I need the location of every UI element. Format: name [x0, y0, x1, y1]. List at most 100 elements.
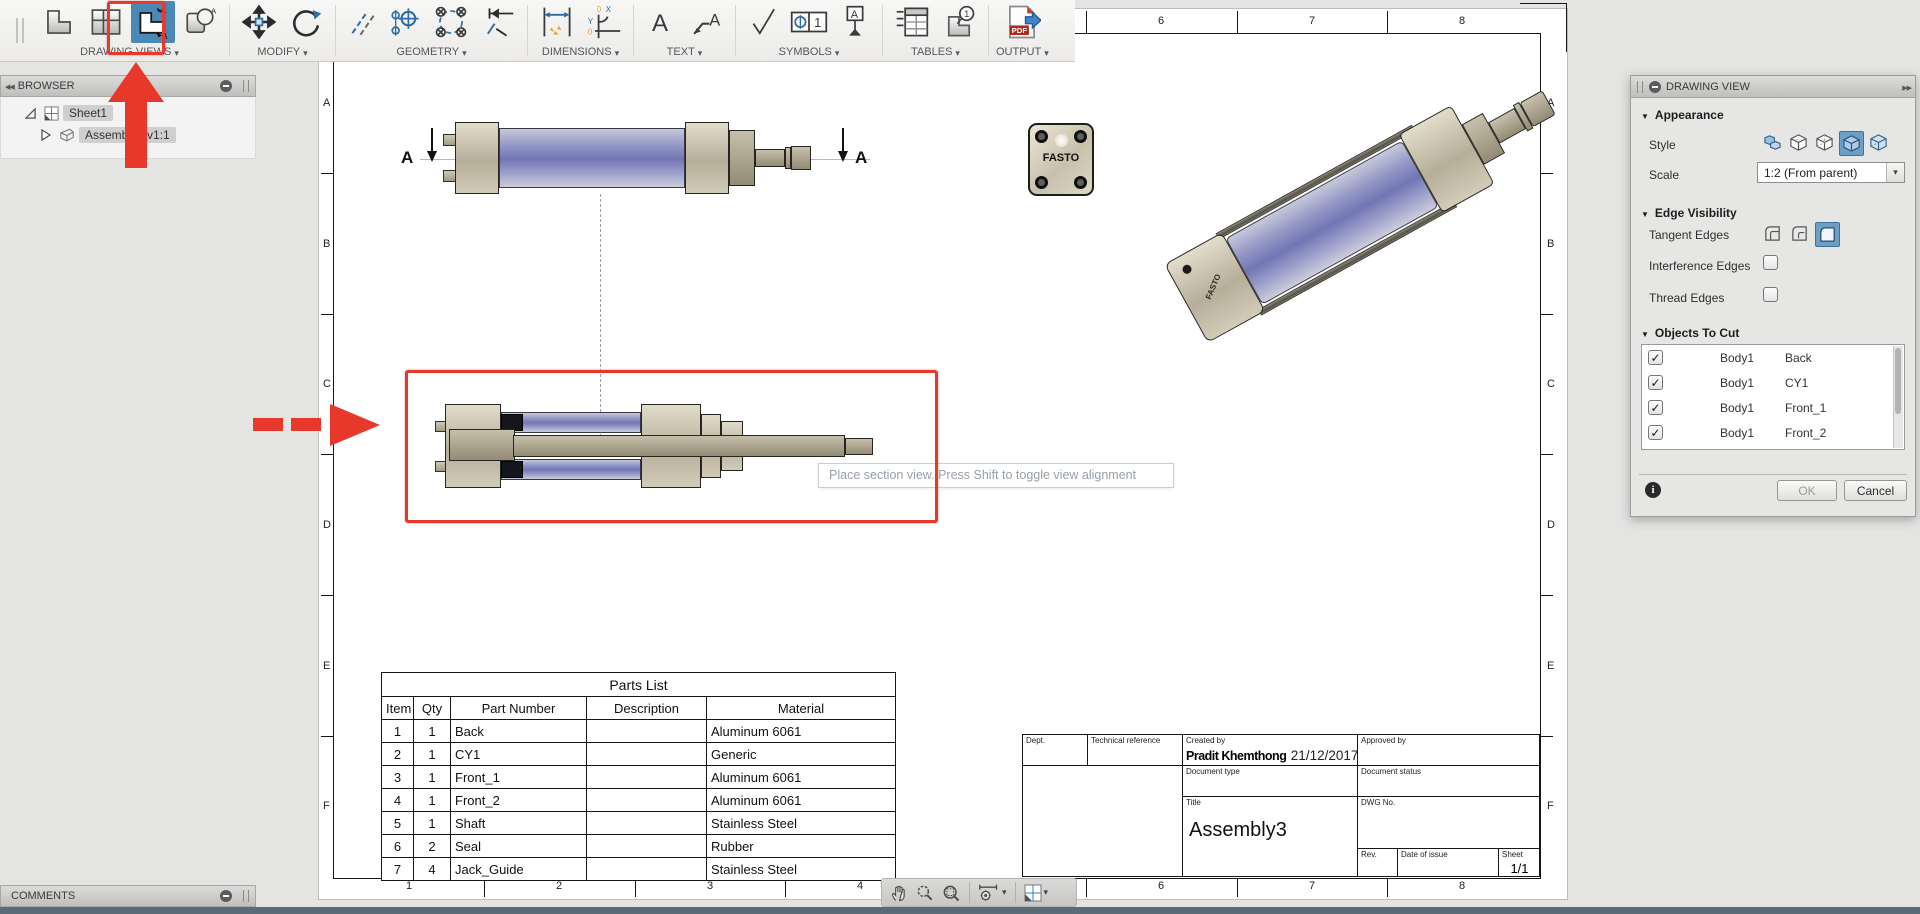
center-mark-icon: [388, 5, 422, 39]
info-icon[interactable]: i: [1645, 482, 1661, 498]
toolbar-group-dimensions: 0XY0 DIMENSIONS: [528, 0, 633, 61]
edge-visibility-section-header[interactable]: Edge Visibility: [1641, 206, 1737, 220]
output-menu[interactable]: OUTPUT: [996, 44, 1049, 59]
dimension-icon: [539, 4, 575, 40]
drawing-view-end-plate[interactable]: FASTO: [1028, 123, 1094, 196]
move-button[interactable]: [237, 1, 281, 43]
expand-collapsed-icon[interactable]: [41, 129, 51, 141]
ruler-row-label: F: [323, 799, 330, 813]
annotation-red-box-toolbar: [107, 1, 165, 55]
collapse-dialog-icon[interactable]: [1898, 81, 1915, 93]
geometry-menu[interactable]: GEOMETRY: [396, 44, 466, 59]
surface-texture-button[interactable]: [743, 1, 783, 43]
modify-menu[interactable]: MODIFY: [257, 44, 307, 59]
display-settings-button[interactable]: [975, 880, 1010, 905]
toolbar-grip[interactable]: [16, 18, 24, 43]
cell-part-number: Front_1: [451, 766, 587, 789]
body-checkbox[interactable]: ✓: [1648, 400, 1663, 415]
dialog-header[interactable]: DRAWING VIEW: [1631, 76, 1915, 98]
cell-material: Rubber: [707, 835, 896, 858]
symbols-menu[interactable]: SYMBOLS: [779, 44, 840, 59]
panel-options-icon[interactable]: [220, 890, 232, 902]
appearance-section-header[interactable]: Appearance: [1641, 108, 1915, 122]
scrollbar-thumb[interactable]: [1895, 348, 1901, 414]
body-name: Front_2: [1785, 426, 1826, 440]
tables-menu[interactable]: TABLES: [911, 44, 960, 59]
ruler-tick: [1541, 454, 1553, 455]
style-wireframe-icon[interactable]: [1787, 131, 1810, 154]
expand-open-icon[interactable]: [25, 108, 36, 119]
dimensions-menu[interactable]: DIMENSIONS: [542, 44, 619, 59]
panel-grip-icon[interactable]: [243, 80, 249, 92]
magnifier-icon: [915, 883, 935, 903]
parts-col-header: Description: [587, 697, 707, 720]
feature-control-frame-button[interactable]: 1: [786, 1, 832, 43]
objects-to-cut-section-header[interactable]: Objects To Cut: [1641, 326, 1739, 340]
sheet1-label[interactable]: Sheet1: [63, 105, 113, 121]
cut-list-row[interactable]: ✓ Body1 Front_2: [1642, 420, 1904, 445]
text-menu[interactable]: TEXT: [667, 44, 703, 59]
datum-identifier-button[interactable]: A: [835, 1, 875, 43]
tangent-shortened-icon[interactable]: [1788, 222, 1811, 245]
panel-options-icon[interactable]: [220, 80, 232, 92]
svg-text:0: 0: [597, 5, 602, 14]
text-button[interactable]: A: [641, 1, 681, 43]
ordinate-dimension-button[interactable]: 0XY0: [582, 1, 626, 43]
cancel-button[interactable]: Cancel: [1844, 480, 1907, 501]
drawing-view-front[interactable]: [443, 120, 875, 196]
cell-qty: 4: [414, 858, 451, 881]
centerline-button[interactable]: [343, 1, 381, 43]
tangent-off-icon[interactable]: [1815, 222, 1840, 247]
cut-list-row[interactable]: ✓ Body1 CY1: [1642, 370, 1904, 395]
zoom-window-button[interactable]: [938, 880, 964, 905]
style-shaded-parts-icon[interactable]: [1761, 131, 1784, 154]
cell-material: Stainless Steel: [707, 858, 896, 881]
style-wireframe-hidden-edges-icon[interactable]: [1813, 131, 1836, 154]
output-pdf-button[interactable]: PDF: [997, 1, 1047, 43]
dropdown-caret-icon[interactable]: ▾: [1886, 163, 1904, 182]
panel-grip-icon[interactable]: [243, 890, 249, 902]
cell-item: 1: [382, 720, 414, 743]
dimension-button[interactable]: [535, 1, 579, 43]
cut-list-row[interactable]: ✓ Body1 Back: [1642, 345, 1904, 370]
drawing-view-isometric[interactable]: FASTO: [1160, 58, 1575, 348]
grid-settings-button[interactable]: [1021, 880, 1052, 905]
annotation-red-arrow-up: [108, 62, 164, 102]
leader-text-button[interactable]: A: [684, 1, 728, 43]
style-shaded-icon[interactable]: [1839, 131, 1864, 156]
ok-button[interactable]: OK: [1777, 480, 1837, 501]
table-button[interactable]: [890, 1, 934, 43]
scrollbar-track[interactable]: [1893, 346, 1903, 448]
thread-edges-checkbox[interactable]: [1763, 287, 1778, 302]
center-mark-pattern-button[interactable]: [429, 1, 473, 43]
collapse-panel-icon[interactable]: [1, 80, 18, 92]
scale-dropdown[interactable]: 1:2 (From parent) ▾: [1757, 162, 1905, 183]
section-arrow: [842, 128, 844, 151]
panel-grip-icon[interactable]: [1637, 81, 1643, 93]
cut-list-row[interactable]: ✓ Body1 Front_1: [1642, 395, 1904, 420]
body-checkbox[interactable]: ✓: [1648, 350, 1663, 365]
feature-control-frame-icon: 1: [790, 9, 828, 35]
parts-col-header: Qty: [414, 697, 451, 720]
body-checkbox[interactable]: ✓: [1648, 375, 1663, 390]
ruler-tick: [321, 173, 333, 174]
edge-extension-button[interactable]: [476, 1, 520, 43]
tangent-full-icon[interactable]: [1761, 222, 1784, 245]
pan-button[interactable]: [886, 880, 912, 905]
balloon-button[interactable]: 1: [937, 1, 981, 43]
body-name: CY1: [1785, 376, 1808, 390]
base-view-button[interactable]: [37, 1, 81, 43]
zoom-button[interactable]: [912, 880, 938, 905]
center-mark-button[interactable]: [384, 1, 426, 43]
panel-options-icon[interactable]: [1649, 81, 1661, 93]
body-checkbox[interactable]: ✓: [1648, 425, 1663, 440]
detail-view-button[interactable]: A: [178, 1, 222, 43]
cell-material: Generic: [707, 743, 896, 766]
triangle-down-icon: [1641, 108, 1655, 122]
style-shaded-hidden-edges-icon[interactable]: [1867, 131, 1890, 154]
interference-edges-checkbox[interactable]: [1763, 255, 1778, 270]
chevron-down-icon: [300, 43, 308, 61]
toolbar-group-text: A A TEXT: [634, 0, 735, 61]
rotate-button[interactable]: [284, 1, 328, 43]
body-name: Back: [1785, 351, 1812, 365]
